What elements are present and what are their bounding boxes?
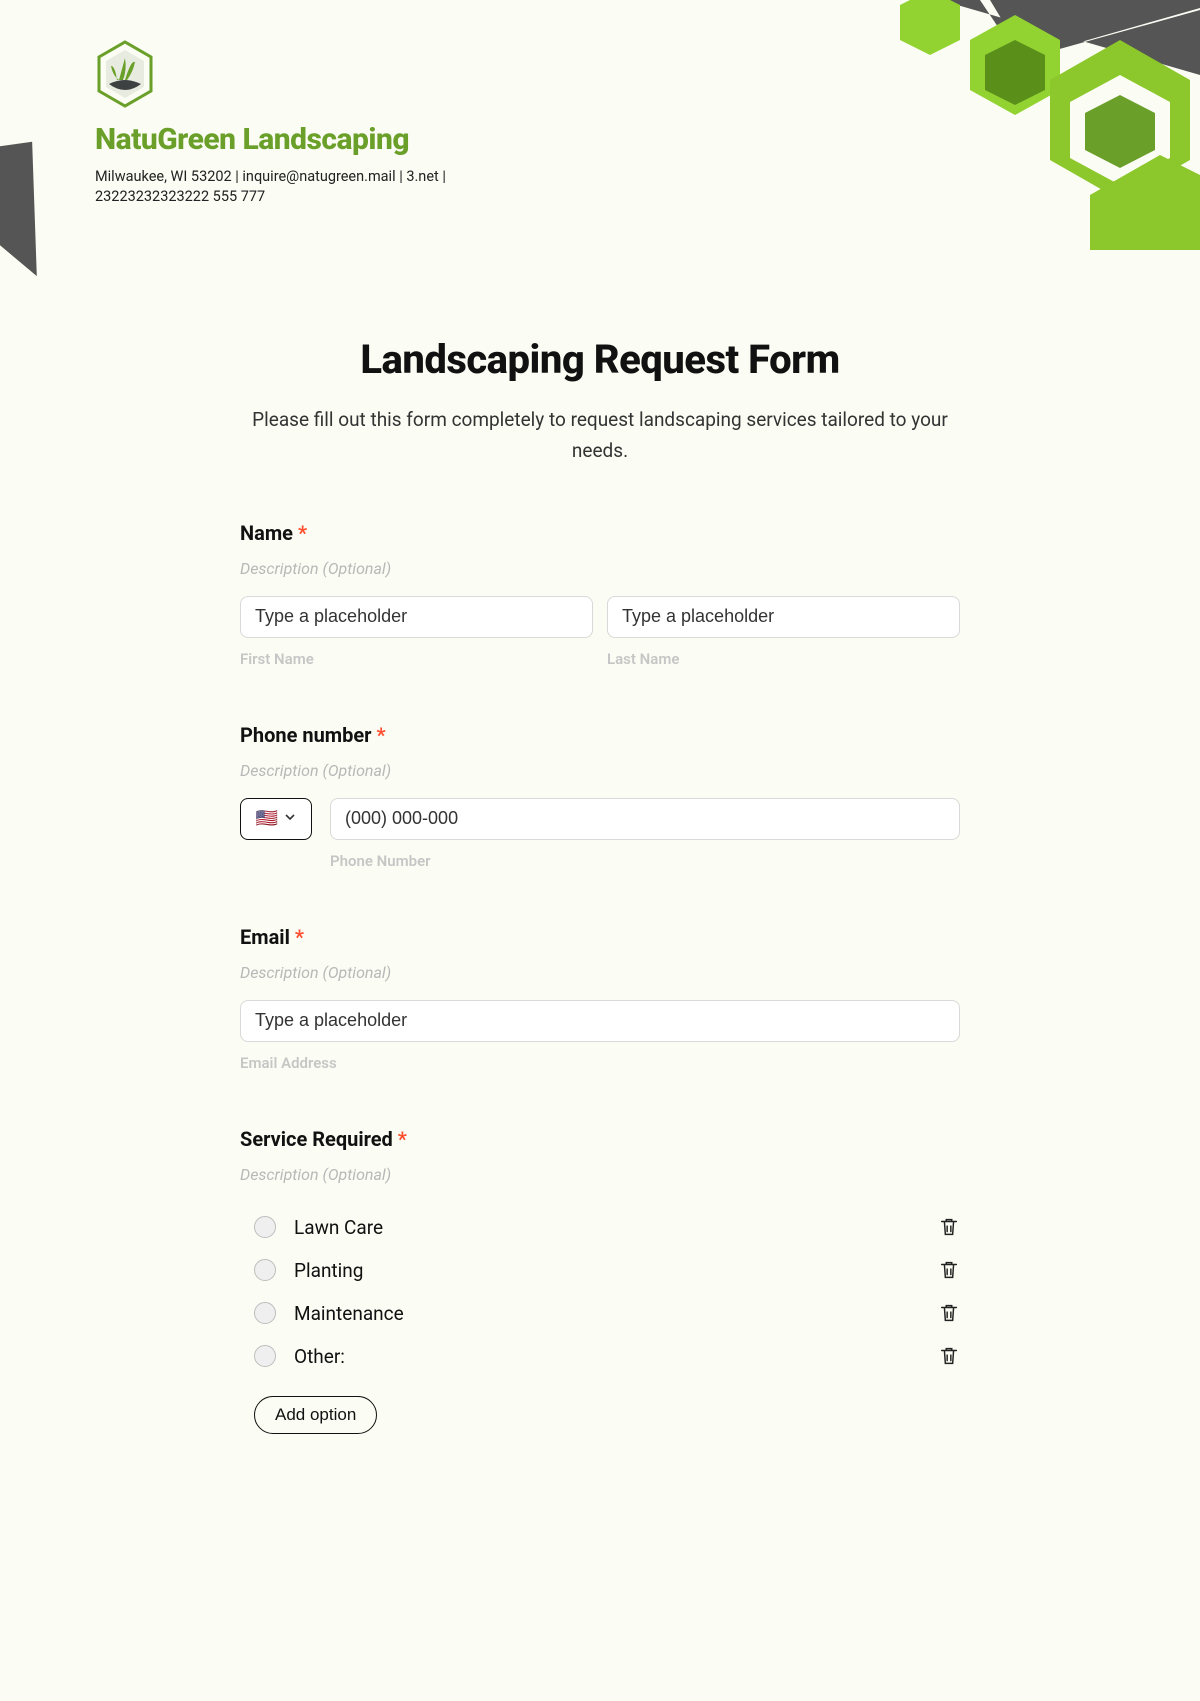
service-description-placeholder[interactable]: Description (Optional) [240,1165,960,1184]
email-sublabel: Email Address [240,1054,960,1072]
email-description-placeholder[interactable]: Description (Optional) [240,963,960,982]
field-service: Service Required * Description (Optional… [240,1127,960,1434]
phone-label-text: Phone number [240,723,371,747]
option-label[interactable]: Other: [294,1345,938,1368]
required-star: * [298,521,307,545]
field-email: Email * Description (Optional) Email Add… [240,925,960,1072]
phone-description-placeholder[interactable]: Description (Optional) [240,761,960,780]
trash-icon[interactable] [938,1302,960,1324]
company-name: NatuGreen Landscaping [95,122,560,157]
service-label-text: Service Required [240,1127,393,1151]
first-name-sublabel: First Name [240,650,593,668]
country-code-select[interactable]: 🇺🇸 [240,798,312,840]
trash-icon[interactable] [938,1345,960,1367]
radio-lawn-care[interactable] [254,1216,276,1238]
field-phone: Phone number * Description (Optional) 🇺🇸… [240,723,960,870]
flag-icon: 🇺🇸 [256,810,278,828]
required-star: * [398,1127,407,1151]
required-star: * [295,925,304,949]
phone-input[interactable] [330,798,960,840]
form-title: Landscaping Request Form [240,336,960,383]
service-option-row: Planting [240,1249,960,1292]
form-description: Please fill out this form completely to … [240,405,960,466]
first-name-input[interactable] [240,596,593,638]
form-container: Landscaping Request Form Please fill out… [240,336,960,1434]
phone-label: Phone number * [240,723,960,747]
required-star: * [376,723,385,747]
last-name-sublabel: Last Name [607,650,960,668]
name-label: Name * [240,521,960,545]
option-label[interactable]: Maintenance [294,1302,938,1325]
page-header: NatuGreen Landscaping Milwaukee, WI 5320… [0,0,560,206]
service-option-row: Other: [240,1335,960,1378]
option-label[interactable]: Planting [294,1259,938,1282]
service-option-row: Maintenance [240,1292,960,1335]
option-label[interactable]: Lawn Care [294,1216,938,1239]
trash-icon[interactable] [938,1216,960,1238]
company-contact-line: Milwaukee, WI 53202 | inquire@natugreen.… [95,167,560,206]
last-name-input[interactable] [607,596,960,638]
logo [95,40,560,112]
phone-sublabel: Phone Number [330,852,960,870]
email-label: Email * [240,925,960,949]
service-options: Lawn Care Planting Maintenance Other: [240,1206,960,1378]
chevron-down-icon [284,811,296,827]
radio-planting[interactable] [254,1259,276,1281]
field-name: Name * Description (Optional) First Name… [240,521,960,668]
email-input[interactable] [240,1000,960,1042]
name-label-text: Name [240,521,293,545]
add-option-button[interactable]: Add option [254,1396,377,1434]
radio-maintenance[interactable] [254,1302,276,1324]
name-description-placeholder[interactable]: Description (Optional) [240,559,960,578]
header-decoration [600,0,1200,250]
service-option-row: Lawn Care [240,1206,960,1249]
service-label: Service Required * [240,1127,960,1151]
trash-icon[interactable] [938,1259,960,1281]
radio-other[interactable] [254,1345,276,1367]
email-label-text: Email [240,925,290,949]
